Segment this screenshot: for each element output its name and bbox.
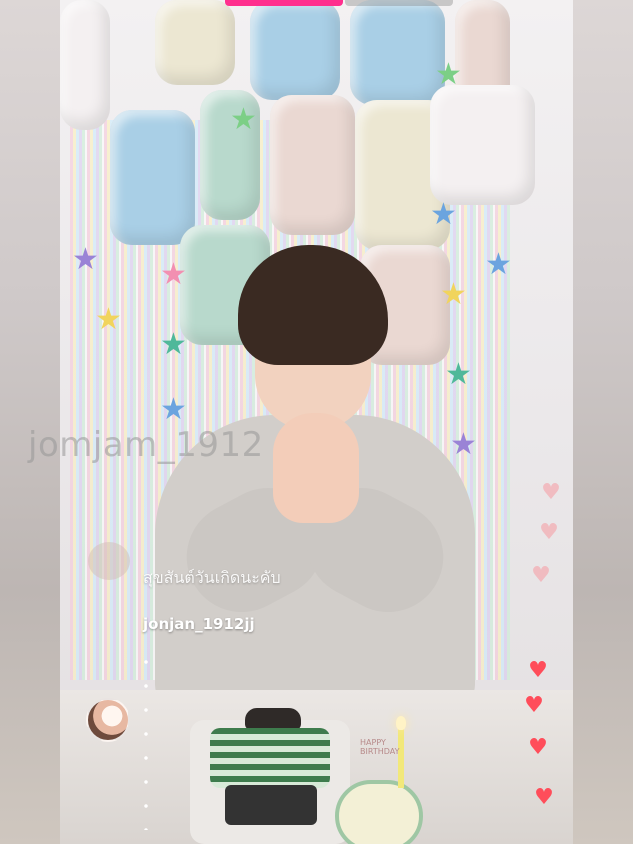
streamer-person [155, 245, 475, 705]
heart-icon: ♥ [531, 563, 551, 588]
clasped-hands [273, 413, 359, 523]
heart-icon: ♥ [528, 658, 548, 683]
cake-figure-pants [225, 785, 317, 825]
live-stream-view: ★ ★ ★ ★ ★ ★ ★ ★ ★ ★ ★ ★ HAPPY BIRTHDAY j… [0, 0, 633, 844]
balloon-letter [250, 0, 340, 100]
balloon-letter [350, 0, 445, 105]
cake-label: HAPPY BIRTHDAY [360, 738, 400, 756]
heart-icon: ♥ [541, 480, 561, 505]
heart-icon: ♥ [539, 520, 559, 545]
cake-figure-head [245, 708, 301, 730]
live-progress-track [345, 0, 453, 6]
star-decoration: ★ [485, 247, 512, 282]
star-decoration: ★ [435, 57, 462, 92]
star-decoration: ★ [430, 197, 457, 232]
blurred-background-right [573, 0, 633, 844]
small-cake [335, 780, 423, 844]
streamer-avatar[interactable] [86, 698, 130, 742]
streamer-username[interactable]: jonjan_1912jj [143, 615, 255, 633]
star-decoration: ★ [230, 102, 257, 137]
candle-flame [396, 716, 406, 730]
comment-avatar-faded [88, 542, 130, 580]
live-progress-indicator [225, 0, 343, 6]
balloon-letter [270, 95, 355, 235]
star-decoration: ★ [95, 302, 122, 337]
dotted-divider [144, 650, 148, 830]
hair [238, 245, 388, 365]
balloon-letter [430, 85, 535, 205]
comment-message: สุขสันต์วันเกิดนะคับ [143, 568, 281, 587]
balloon-letter [60, 0, 110, 130]
heart-icon: ♥ [524, 693, 544, 718]
heart-icon: ♥ [528, 735, 548, 760]
balloon-letter [110, 110, 195, 245]
candle [398, 728, 404, 788]
watermark-handle: jomjam_1912 [28, 425, 264, 465]
video-frame[interactable]: ★ ★ ★ ★ ★ ★ ★ ★ ★ ★ ★ ★ HAPPY BIRTHDAY [60, 0, 573, 844]
balloon-letter [155, 0, 235, 85]
star-decoration: ★ [72, 242, 99, 277]
cake-figure-shirt [210, 728, 330, 788]
heart-icon: ♥ [534, 785, 554, 810]
blurred-background-left [0, 0, 60, 844]
